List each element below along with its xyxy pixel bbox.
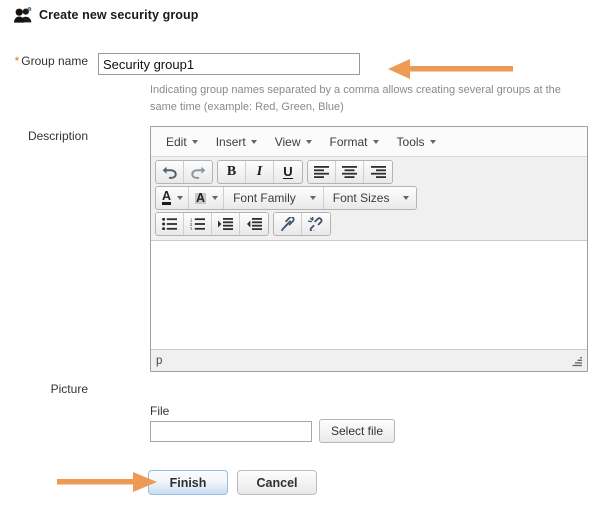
picture-label: Picture [50, 382, 88, 396]
undo-icon[interactable] [156, 161, 184, 183]
indent-icon[interactable] [212, 213, 240, 235]
background-color-icon[interactable]: A [189, 187, 225, 209]
font-family-select[interactable]: Font Family [224, 187, 324, 209]
list-button-group: 1 2 3 [155, 212, 269, 236]
align-right-icon[interactable] [364, 161, 392, 183]
svg-text:3: 3 [190, 226, 193, 230]
editor-toolbar-row-1: B I U [151, 159, 587, 185]
rich-text-editor[interactable]: Edit Insert View Format Tools B I U A A … [150, 126, 588, 372]
resize-grip-icon[interactable] [571, 355, 583, 367]
color-and-font-button-group: A A Font Family Font Sizes [155, 186, 418, 210]
menu-item-tools[interactable]: Tools [388, 132, 445, 152]
unlink-icon[interactable] [302, 213, 330, 235]
editor-toolbar-row-3: 1 2 3 [151, 211, 587, 237]
align-center-icon[interactable] [336, 161, 364, 183]
italic-icon[interactable]: I [246, 161, 274, 183]
chevron-down-icon [429, 139, 436, 144]
text-color-glyph: A [162, 189, 172, 205]
menu-item-format[interactable]: Format [321, 132, 388, 152]
chevron-down-icon [403, 196, 410, 200]
group-name-input[interactable] [98, 53, 360, 75]
menu-item-view-label: View [274, 134, 301, 149]
link-icon[interactable] [274, 213, 302, 235]
page-header: Create new security group [14, 7, 199, 23]
editor-toolbar-row-2: A A Font Family Font Sizes [151, 185, 587, 211]
alignment-button-group [307, 160, 393, 184]
editor-content-area[interactable] [151, 241, 587, 346]
editor-menubar: Edit Insert View Format Tools [151, 127, 587, 157]
group-name-row: * Group name [0, 53, 360, 75]
font-family-label: Font Family [233, 191, 296, 205]
description-label: Description [27, 129, 88, 143]
chevron-down-icon[interactable] [177, 196, 184, 200]
link-button-group [273, 212, 331, 236]
editor-element-path[interactable]: p [156, 355, 162, 367]
select-file-button[interactable]: Select file [319, 419, 396, 443]
group-name-label-text: Group name [21, 54, 88, 68]
page-title: Create new security group [39, 8, 199, 22]
history-button-group [155, 160, 213, 184]
chevron-down-icon [309, 196, 316, 200]
chevron-down-icon[interactable] [212, 196, 219, 200]
chevron-down-icon [305, 139, 312, 144]
menu-item-edit-label: Edit [166, 134, 187, 149]
text-color-icon[interactable]: A [156, 187, 190, 209]
align-left-icon[interactable] [308, 161, 336, 183]
description-row: Description [0, 128, 98, 144]
menu-item-insert-label: Insert [215, 134, 246, 149]
menu-item-format-label: Format [329, 134, 368, 149]
numbered-list-icon[interactable]: 1 2 3 [184, 213, 212, 235]
menu-item-edit[interactable]: Edit [157, 132, 207, 152]
bullet-list-icon[interactable] [156, 213, 184, 235]
background-color-glyph: A [195, 190, 207, 205]
underline-icon[interactable]: U [274, 161, 302, 183]
font-sizes-label: Font Sizes [332, 191, 390, 205]
file-path-input[interactable] [150, 421, 312, 442]
finish-button[interactable]: Finish [148, 470, 228, 495]
editor-toolbars: B I U A A Font Family Font Sizes 1 2 3 [151, 157, 587, 241]
file-field-label: File [150, 404, 170, 418]
menu-item-tools-label: Tools [396, 134, 425, 149]
text-style-button-group: B I U [217, 160, 303, 184]
cancel-button[interactable]: Cancel [237, 470, 317, 495]
chevron-down-icon [191, 139, 198, 144]
required-marker: * [14, 54, 20, 68]
bold-icon[interactable]: B [218, 161, 246, 183]
users-group-icon [14, 7, 32, 23]
menu-item-insert[interactable]: Insert [207, 132, 266, 152]
redo-icon[interactable] [184, 161, 212, 183]
menu-item-view[interactable]: View [266, 132, 321, 152]
font-sizes-select[interactable]: Font Sizes [323, 187, 417, 209]
outdent-icon[interactable] [240, 213, 268, 235]
group-name-hint-text: Indicating group names separated by a co… [150, 84, 561, 113]
arrow-pointing-to-group-name-input [388, 58, 513, 83]
arrow-pointing-to-finish-button [57, 472, 157, 495]
chevron-down-icon [250, 139, 257, 144]
group-name-label: * Group name [0, 53, 98, 75]
picture-row: Picture [0, 381, 98, 397]
chevron-down-icon [372, 139, 379, 144]
editor-statusbar: p [151, 349, 587, 371]
